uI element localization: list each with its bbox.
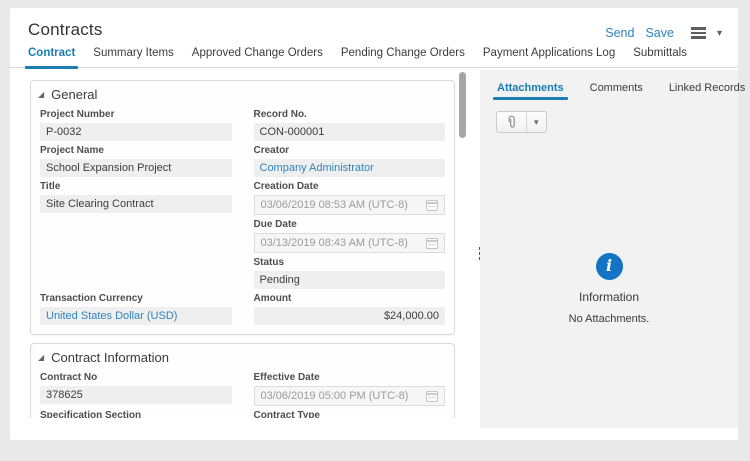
calendar-icon[interactable] [426, 200, 438, 211]
save-button[interactable]: Save [645, 26, 674, 40]
transaction-currency-link[interactable]: United States Dollar (USD) [40, 307, 232, 325]
side-panel-tabbar: Attachments Comments Linked Records Li > [480, 70, 738, 102]
header-actions: Send Save ▾ [605, 26, 722, 40]
field-due-date: Due Date 03/13/2019 08:43 AM (UTC-8) [254, 217, 446, 253]
amount-input[interactable]: $24,000.00 [254, 307, 446, 325]
tab-comments[interactable]: Comments [590, 82, 643, 100]
transaction-currency-label: Transaction Currency [40, 293, 232, 304]
project-number-label: Project Number [40, 109, 232, 120]
title-row: Contracts Send Save ▾ [10, 8, 738, 46]
caret-down-icon[interactable]: ▾ [717, 28, 722, 39]
project-name-label: Project Name [40, 145, 232, 156]
empty-state-title: Information [480, 290, 738, 304]
vertical-scrollbar[interactable] [459, 72, 466, 138]
effective-date-label: Effective Date [254, 372, 446, 383]
section-contract-information-header[interactable]: ◢ Contract Information [31, 344, 454, 368]
tab-payment-applications-log[interactable]: Payment Applications Log [483, 47, 615, 67]
main-tabbar: Contract Summary Items Approved Change O… [10, 46, 738, 68]
calendar-icon[interactable] [426, 238, 438, 249]
content-area: ◢ General Project Number P-0032 Record N… [10, 68, 738, 440]
project-number-input[interactable]: P-0032 [40, 123, 232, 141]
creation-date-value: 03/06/2019 08:53 AM (UTC-8) [261, 196, 408, 214]
contract-no-label: Contract No [40, 372, 232, 383]
attachments-empty-state: i Information No Attachments. [480, 253, 738, 325]
tab-summary-items[interactable]: Summary Items [93, 47, 174, 67]
creation-date-label: Creation Date [254, 181, 446, 192]
paperclip-icon[interactable] [497, 112, 526, 132]
field-specification-section: Specification Section [40, 408, 232, 418]
send-button[interactable]: Send [605, 26, 634, 40]
tab-linked-records[interactable]: Linked Records [669, 82, 745, 100]
due-date-label: Due Date [254, 219, 446, 230]
tab-submittals[interactable]: Submittals [633, 47, 687, 67]
info-icon: i [596, 253, 623, 280]
tab-approved-change-orders[interactable]: Approved Change Orders [192, 47, 323, 67]
effective-date-input[interactable]: 03/06/2019 05:00 PM (UTC-8) [254, 386, 446, 406]
field-creator: Creator Company Administrator [254, 143, 446, 177]
title-label: Title [40, 181, 232, 192]
creator-label: Creator [254, 145, 446, 156]
section-contract-information: ◢ Contract Information Contract No 37862… [30, 343, 455, 418]
contract-information-fields: Contract No 378625 Effective Date 03/06/… [31, 368, 454, 418]
field-record-no: Record No. CON-000001 [254, 107, 446, 141]
page-title: Contracts [28, 20, 103, 40]
calendar-icon[interactable] [426, 391, 438, 402]
field-contract-no: Contract No 378625 [40, 370, 232, 406]
collapse-triangle-icon[interactable]: ◢ [38, 354, 44, 362]
desktop-background: Contracts Send Save ▾ Contract Summary I… [0, 0, 750, 461]
tab-pending-change-orders[interactable]: Pending Change Orders [341, 47, 465, 67]
field-effective-date: Effective Date 03/06/2019 05:00 PM (UTC-… [254, 370, 446, 406]
record-no-label: Record No. [254, 109, 446, 120]
contract-type-label: Contract Type [254, 410, 446, 418]
spacer-cell [40, 255, 232, 289]
side-panel: Attachments Comments Linked Records Li > [480, 70, 738, 428]
spacer-cell [40, 217, 232, 253]
contracts-window: Contracts Send Save ▾ Contract Summary I… [10, 8, 738, 440]
section-general-title: General [51, 87, 97, 102]
field-project-name: Project Name School Expansion Project [40, 143, 232, 177]
project-name-input[interactable]: School Expansion Project [40, 159, 232, 177]
creation-date-input[interactable]: 03/06/2019 08:53 AM (UTC-8) [254, 195, 446, 215]
field-creation-date: Creation Date 03/06/2019 08:53 AM (UTC-8… [254, 179, 446, 215]
menu-icon[interactable] [691, 27, 706, 39]
status-input[interactable]: Pending [254, 271, 446, 289]
due-date-input[interactable]: 03/13/2019 08:43 AM (UTC-8) [254, 233, 446, 253]
empty-state-message: No Attachments. [480, 313, 738, 325]
effective-date-value: 03/06/2019 05:00 PM (UTC-8) [261, 387, 409, 405]
attach-file-button[interactable]: ▾ [496, 111, 547, 133]
section-contract-information-title: Contract Information [51, 350, 169, 365]
tab-attachments[interactable]: Attachments [497, 82, 564, 100]
tab-contract[interactable]: Contract [28, 47, 75, 67]
field-amount: Amount $24,000.00 [254, 291, 446, 325]
section-general-header[interactable]: ◢ General [31, 81, 454, 105]
title-input[interactable]: Site Clearing Contract [40, 195, 232, 213]
amount-label: Amount [254, 293, 446, 304]
general-fields: Project Number P-0032 Record No. CON-000… [31, 105, 454, 334]
creator-link[interactable]: Company Administrator [254, 159, 446, 177]
record-no-input[interactable]: CON-000001 [254, 123, 446, 141]
attach-caret-down-icon[interactable]: ▾ [526, 112, 546, 132]
collapse-triangle-icon[interactable]: ◢ [38, 91, 44, 99]
specification-section-label: Specification Section [40, 410, 232, 418]
field-transaction-currency: Transaction Currency United States Dolla… [40, 291, 232, 325]
field-title: Title Site Clearing Contract [40, 179, 232, 215]
due-date-value: 03/13/2019 08:43 AM (UTC-8) [261, 234, 408, 252]
contract-no-input[interactable]: 378625 [40, 386, 232, 404]
field-status: Status Pending [254, 255, 446, 289]
status-label: Status [254, 257, 446, 268]
field-project-number: Project Number P-0032 [40, 107, 232, 141]
record-detail-pane: ◢ General Project Number P-0032 Record N… [10, 68, 480, 418]
field-contract-type: Contract Type T&M [254, 408, 446, 418]
section-general: ◢ General Project Number P-0032 Record N… [30, 80, 455, 335]
